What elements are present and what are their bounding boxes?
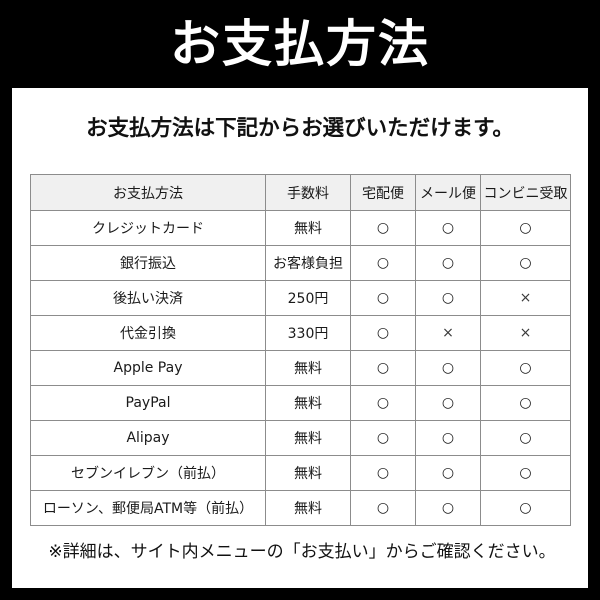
payment-methods-page: お支払方法 お支払方法は下記からお選びいただけます。 お支払方法 手数料 宅配便 bbox=[0, 0, 600, 600]
subtitle-text: お支払方法は下記からお選びいただけます。 bbox=[86, 116, 514, 141]
cell-mail: ○ bbox=[415, 490, 481, 526]
column-header-fee: 手数料 bbox=[265, 174, 351, 211]
payment-methods-table: お支払方法 手数料 宅配便 メール便 コンビニ受取 クレジットカード 無料 ○ … bbox=[30, 174, 571, 526]
table-body: クレジットカード 無料 ○ ○ ○ 銀行振込 お客様負担 ○ ○ ○ 後払い決済… bbox=[30, 210, 571, 526]
cell-mail: ○ bbox=[415, 385, 481, 421]
cell-takuhai: ○ bbox=[350, 210, 416, 246]
table-row: ローソン、郵便局ATM等（前払） 無料 ○ ○ ○ bbox=[30, 490, 571, 526]
cell-fee: 無料 bbox=[265, 350, 351, 386]
cell-mail: ○ bbox=[415, 455, 481, 491]
cell-method: ローソン、郵便局ATM等（前払） bbox=[30, 490, 266, 526]
cell-takuhai: ○ bbox=[350, 245, 416, 281]
cell-method: Alipay bbox=[30, 420, 266, 456]
cell-mail: ○ bbox=[415, 210, 481, 246]
cell-takuhai: ○ bbox=[350, 420, 416, 456]
cell-method: クレジットカード bbox=[30, 210, 266, 246]
table-header-row: お支払方法 手数料 宅配便 メール便 コンビニ受取 bbox=[30, 174, 571, 211]
cell-fee: 無料 bbox=[265, 420, 351, 456]
cell-conveni: ○ bbox=[480, 455, 571, 491]
cell-conveni: ○ bbox=[480, 210, 571, 246]
cell-mail: ○ bbox=[415, 420, 481, 456]
content-card: お支払方法は下記からお選びいただけます。 お支払方法 手数料 宅配便 メール便 bbox=[12, 88, 588, 588]
table-row: セブンイレブン（前払） 無料 ○ ○ ○ bbox=[30, 455, 571, 491]
title-banner: お支払方法 bbox=[0, 0, 600, 88]
column-header-takuhai: 宅配便 bbox=[350, 174, 416, 211]
cell-fee: 無料 bbox=[265, 490, 351, 526]
cell-takuhai: ○ bbox=[350, 280, 416, 316]
cell-mail: ○ bbox=[415, 245, 481, 281]
table-row: Apple Pay 無料 ○ ○ ○ bbox=[30, 350, 571, 386]
cell-mail: ○ bbox=[415, 350, 481, 386]
cell-method: 後払い決済 bbox=[30, 280, 266, 316]
cell-takuhai: ○ bbox=[350, 315, 416, 351]
cell-takuhai: ○ bbox=[350, 455, 416, 491]
table-row: 代金引換 330円 ○ × × bbox=[30, 315, 571, 351]
cell-method: 銀行振込 bbox=[30, 245, 266, 281]
cell-takuhai: ○ bbox=[350, 490, 416, 526]
cell-conveni: ○ bbox=[480, 420, 571, 456]
cell-fee: お客様負担 bbox=[265, 245, 351, 281]
cell-fee: 無料 bbox=[265, 385, 351, 421]
table-header: お支払方法 手数料 宅配便 メール便 コンビニ受取 bbox=[30, 174, 571, 211]
cell-fee: 無料 bbox=[265, 455, 351, 491]
cell-method: セブンイレブン（前払） bbox=[30, 455, 266, 491]
cell-takuhai: ○ bbox=[350, 385, 416, 421]
cell-method: 代金引換 bbox=[30, 315, 266, 351]
cell-conveni: ○ bbox=[480, 350, 571, 386]
cell-method: Apple Pay bbox=[30, 350, 266, 386]
page-title: お支払方法 bbox=[170, 15, 430, 73]
table-row: Alipay 無料 ○ ○ ○ bbox=[30, 420, 571, 456]
cell-conveni: ○ bbox=[480, 245, 571, 281]
column-header-conveni: コンビニ受取 bbox=[480, 174, 571, 211]
table-row: クレジットカード 無料 ○ ○ ○ bbox=[30, 210, 571, 246]
cell-fee: 無料 bbox=[265, 210, 351, 246]
cell-conveni: ○ bbox=[480, 490, 571, 526]
cell-takuhai: ○ bbox=[350, 350, 416, 386]
payment-table-container: お支払方法 手数料 宅配便 メール便 コンビニ受取 クレジットカード 無料 ○ … bbox=[30, 174, 571, 526]
column-header-method: お支払方法 bbox=[30, 174, 266, 211]
column-header-mail: メール便 bbox=[415, 174, 481, 211]
cell-fee: 330円 bbox=[265, 315, 351, 351]
table-row: 銀行振込 お客様負担 ○ ○ ○ bbox=[30, 245, 571, 281]
cell-fee: 250円 bbox=[265, 280, 351, 316]
table-row: PayPal 無料 ○ ○ ○ bbox=[30, 385, 571, 421]
footer-note: ※詳細は、サイト内メニューの「お支払い」からご確認ください。 bbox=[48, 542, 556, 562]
cell-mail: ○ bbox=[415, 280, 481, 316]
cell-conveni: × bbox=[480, 280, 571, 316]
cell-conveni: × bbox=[480, 315, 571, 351]
cell-method: PayPal bbox=[30, 385, 266, 421]
table-row: 後払い決済 250円 ○ ○ × bbox=[30, 280, 571, 316]
cell-mail: × bbox=[415, 315, 481, 351]
cell-conveni: ○ bbox=[480, 385, 571, 421]
